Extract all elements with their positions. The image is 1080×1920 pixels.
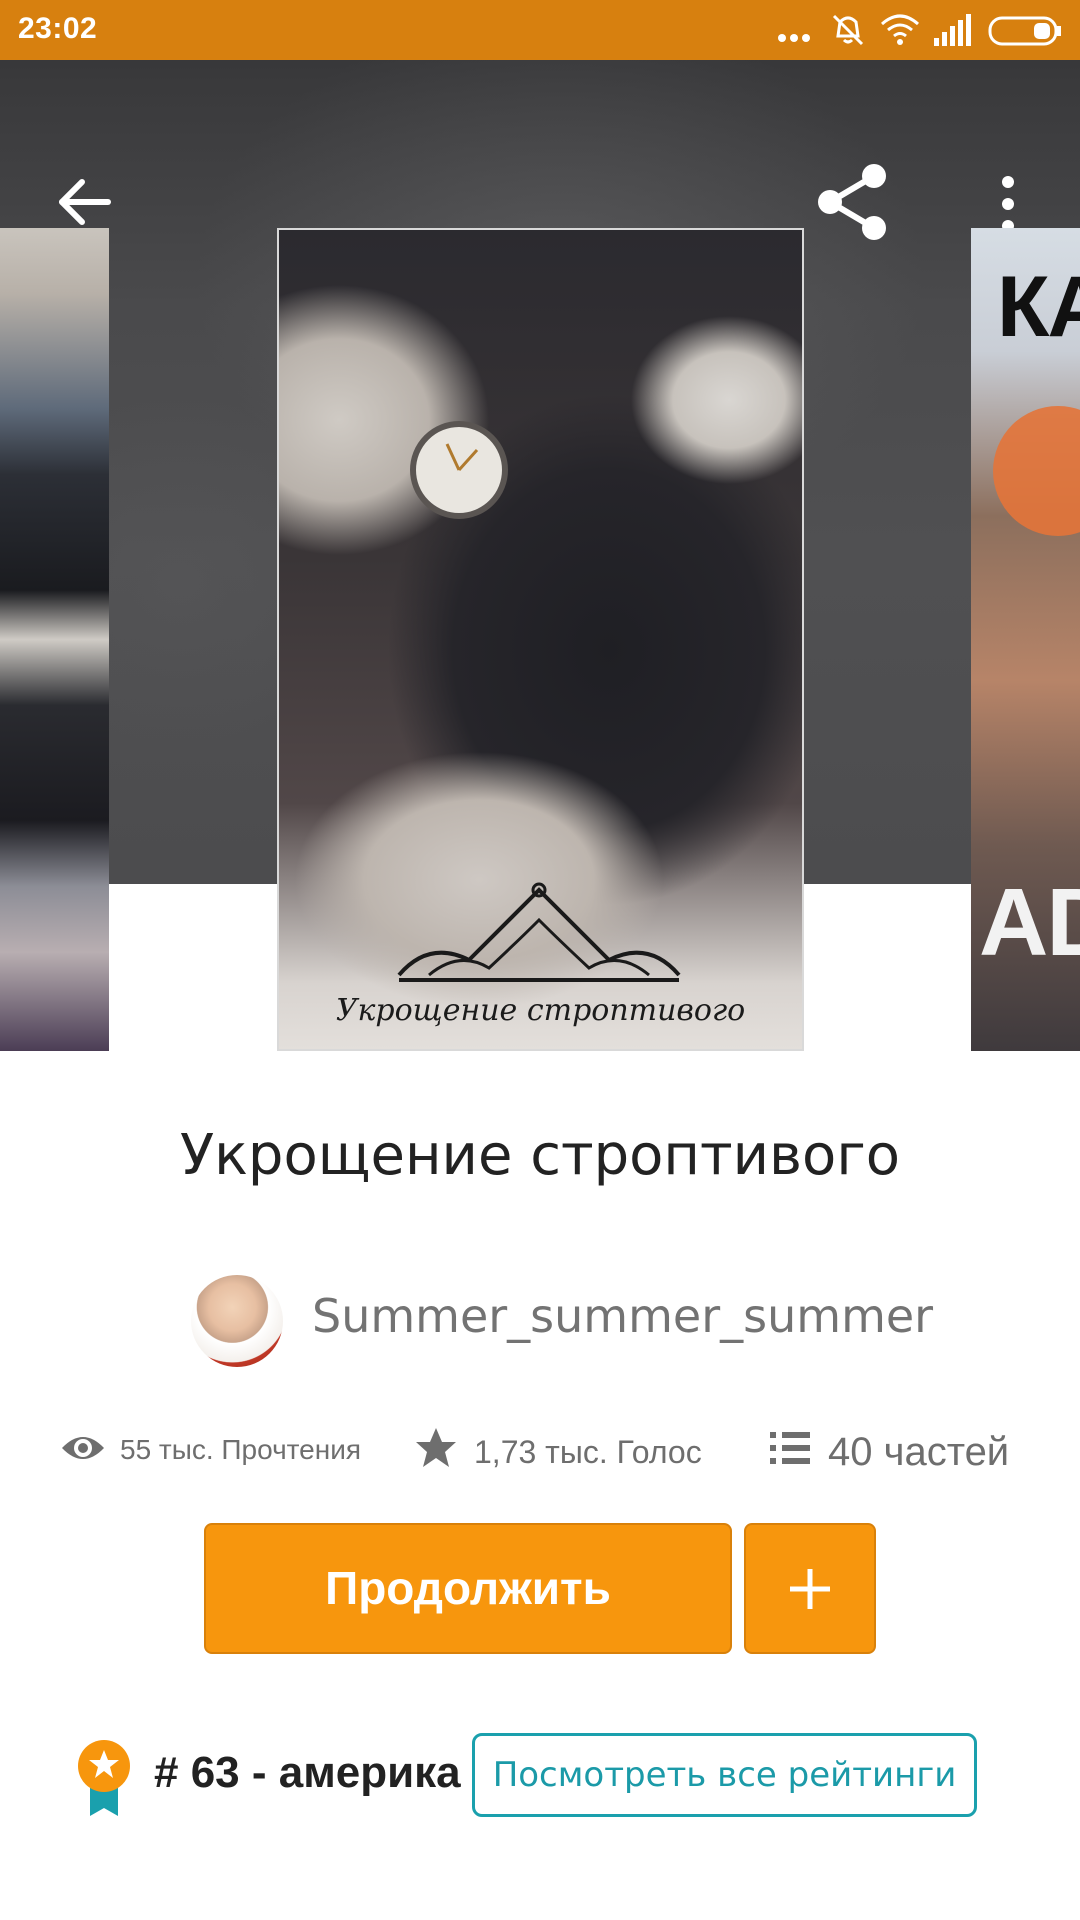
share-icon[interactable]: [812, 162, 892, 242]
crown-illustration: [397, 882, 681, 982]
vibrate-off-icon: [832, 14, 864, 46]
list-icon: [770, 1432, 810, 1464]
stat-parts-label[interactable]: 40 частей: [828, 1430, 1009, 1475]
ranking-ribbon-icon: [78, 1740, 130, 1816]
cover-main[interactable]: Укрощение строптивого: [277, 228, 804, 1051]
add-to-library-button[interactable]: [744, 1523, 876, 1654]
author-row[interactable]: Summer_summer_summer: [0, 1275, 1080, 1367]
award-badge-icon: [993, 406, 1080, 536]
cover-title-text: Укрощение строптивого: [335, 993, 746, 1028]
wifi-icon: [881, 14, 919, 45]
continue-button[interactable]: Продолжить: [204, 1523, 732, 1654]
status-bar: 23:02: [0, 0, 1080, 60]
arrow-left-icon[interactable]: [52, 170, 116, 234]
signal-icon: [934, 14, 971, 46]
more-dots-icon: [778, 34, 810, 42]
stat-reads-label: 55 тыс. Прочтения: [120, 1434, 362, 1465]
cover-right[interactable]: КА AD: [971, 228, 1080, 1051]
star-icon: [416, 1428, 456, 1467]
battery-icon: [988, 16, 1061, 46]
status-time: 23:02: [18, 12, 98, 45]
watch-illustration: [410, 421, 508, 519]
stat-votes: 1,73 тыс. Голос: [414, 1420, 734, 1480]
cover-right-title: КА: [997, 259, 1080, 355]
ranking-text: # 63 - америка: [154, 1748, 461, 1797]
more-vertical-icon[interactable]: [990, 172, 1026, 236]
status-icons: [776, 12, 1066, 48]
eye-icon: [62, 1437, 104, 1459]
author-name[interactable]: Summer_summer_summer: [312, 1289, 933, 1343]
stat-votes-label: 1,73 тыс. Голос: [474, 1434, 702, 1470]
plus-icon: [790, 1569, 830, 1609]
stat-parts[interactable]: 40 частей: [770, 1420, 1070, 1480]
book-title: Укрощение строптивого: [179, 1123, 900, 1188]
cover-right-subtitle: AD: [979, 869, 1080, 976]
stat-reads: 55 тыс. Прочтения: [60, 1420, 380, 1480]
stats-row: 55 тыс. Прочтения 1,73 тыс. Голос 40 час…: [0, 1420, 1080, 1480]
ranking-row: # 63 - америка Посмотреть все рейтинги: [0, 1730, 1080, 1820]
avatar[interactable]: [191, 1275, 283, 1367]
cover-left[interactable]: [0, 228, 109, 1051]
see-all-ratings-button[interactable]: Посмотреть все рейтинги: [472, 1733, 977, 1817]
